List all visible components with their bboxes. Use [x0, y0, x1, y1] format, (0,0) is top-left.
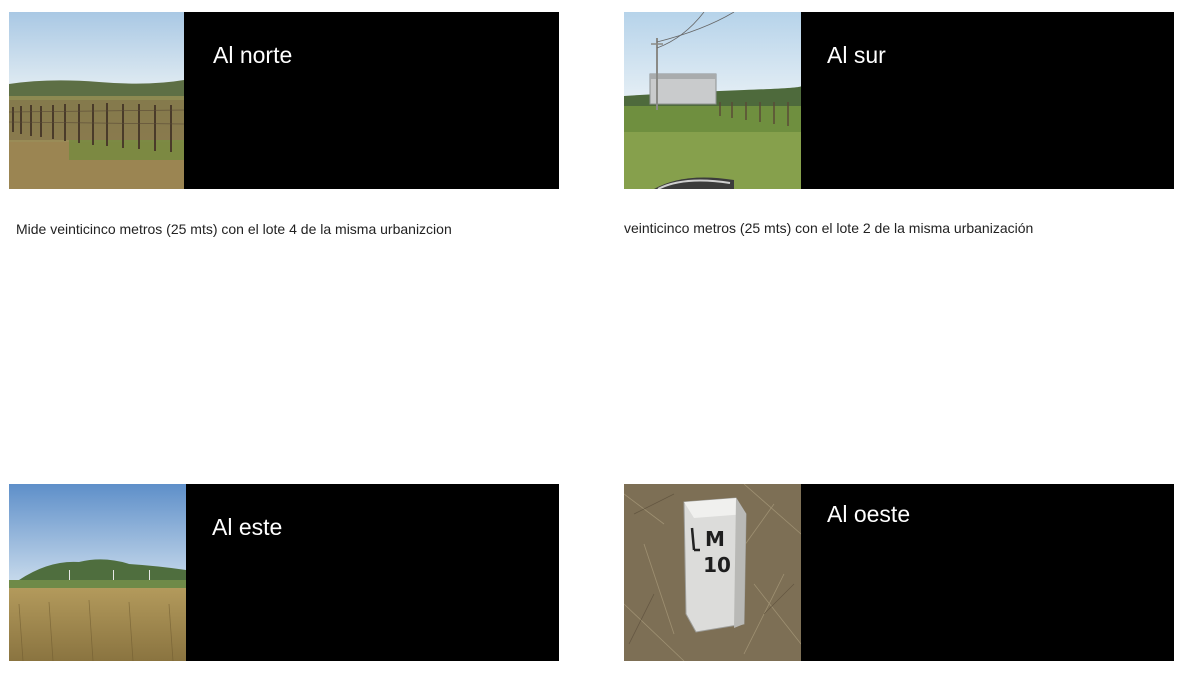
south-boundary-card: Al sur	[624, 12, 1174, 189]
north-description: Mide veinticinco metros (25 mts) con el …	[16, 221, 452, 237]
east-boundary-photo	[9, 484, 186, 661]
south-boundary-photo	[624, 12, 801, 189]
south-description: veinticinco metros (25 mts) con el lote …	[624, 220, 1034, 236]
north-boundary-card: Al norte	[9, 12, 559, 189]
west-boundary-card: M 10 Al oeste	[624, 484, 1174, 661]
north-boundary-photo	[9, 12, 184, 189]
south-title: Al sur	[827, 42, 886, 68]
east-boundary-card: Al este	[9, 484, 559, 661]
north-title: Al norte	[213, 42, 293, 68]
west-boundary-photo: M 10	[624, 484, 801, 661]
east-title: Al este	[212, 514, 283, 540]
west-title: Al oeste	[827, 501, 911, 527]
